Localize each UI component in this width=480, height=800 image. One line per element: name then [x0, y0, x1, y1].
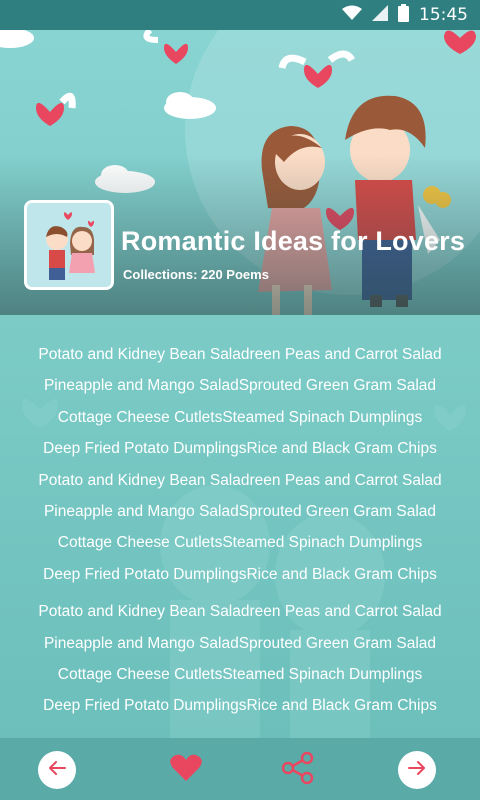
list-item[interactable]: Deep Fried Potato DumplingsRice and Blac…	[0, 559, 480, 590]
wifi-icon	[342, 5, 362, 26]
status-bar: 15:45	[0, 0, 480, 30]
list-item[interactable]: Deep Fried Potato DumplingsRice and Blac…	[0, 690, 480, 721]
list-item[interactable]: Potato and Kidney Bean Saladreen Peas an…	[0, 339, 480, 370]
signal-icon	[372, 4, 388, 26]
favorite-button[interactable]	[167, 751, 205, 789]
share-button[interactable]	[279, 751, 317, 789]
list-item[interactable]: Pineapple and Mango SaladSprouted Green …	[0, 370, 480, 401]
arrow-left-icon	[47, 760, 67, 781]
list-item[interactable]: Pineapple and Mango SaladSprouted Green …	[0, 496, 480, 527]
list-item[interactable]: Deep Fried Potato DumplingsRice and Blac…	[0, 433, 480, 464]
list-item[interactable]: Cottage Cheese CutletsSteamed Spinach Du…	[0, 402, 480, 433]
poem-list: Potato and Kidney Bean Saladreen Peas an…	[0, 339, 480, 722]
list-item[interactable]: Cottage Cheese CutletsSteamed Spinach Du…	[0, 659, 480, 690]
list-item[interactable]: Potato and Kidney Bean Saladreen Peas an…	[0, 596, 480, 627]
share-icon	[281, 751, 315, 790]
previous-button[interactable]	[38, 751, 76, 789]
next-button[interactable]	[398, 751, 436, 789]
status-time: 15:45	[419, 5, 468, 25]
header-banner: Romantic Ideas for Lovers Collections: 2…	[0, 30, 480, 315]
arrow-right-icon	[407, 760, 427, 781]
bottom-bar	[0, 738, 480, 800]
list-item[interactable]: Cottage Cheese CutletsSteamed Spinach Du…	[0, 527, 480, 558]
collection-count: Collections: 220 Poems	[123, 267, 269, 282]
battery-icon	[398, 3, 409, 27]
poem-list-area: Potato and Kidney Bean Saladreen Peas an…	[0, 315, 480, 738]
list-item[interactable]: Potato and Kidney Bean Saladreen Peas an…	[0, 465, 480, 496]
app-thumbnail	[24, 200, 114, 290]
heart-icon	[170, 754, 202, 787]
list-item[interactable]: Pineapple and Mango SaladSprouted Green …	[0, 628, 480, 659]
page-title: Romantic Ideas for Lovers	[121, 226, 466, 256]
